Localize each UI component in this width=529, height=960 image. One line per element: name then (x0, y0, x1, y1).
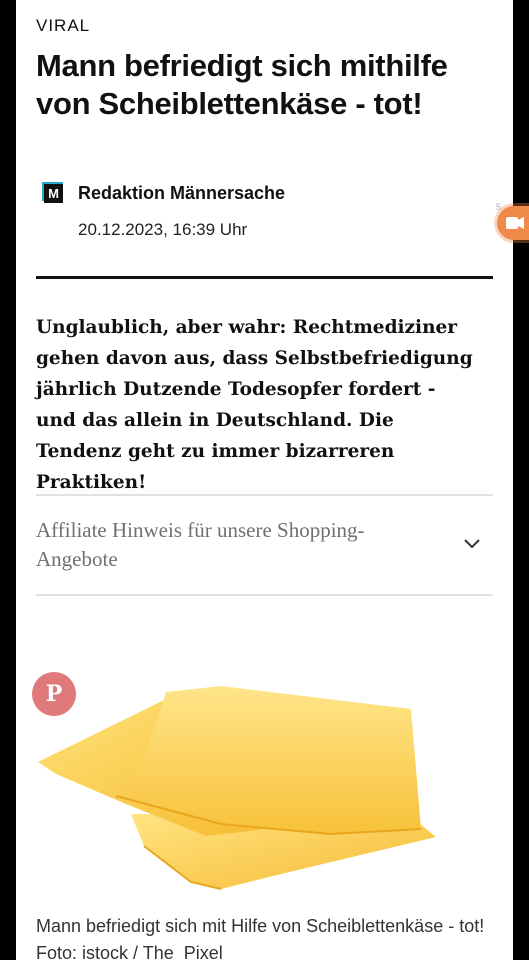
article-page: VIRAL Mann befriedigt sich mithilfe von … (16, 0, 513, 960)
image-caption: Mann befriedigt sich mit Hilfe von Schei… (36, 916, 485, 960)
category-label[interactable]: VIRAL (36, 16, 90, 36)
publish-date: 20.12.2023, 16:39 Uhr (78, 220, 248, 239)
chevron-down-icon (464, 539, 480, 549)
affiliate-notice-label: Affiliate Hinweis für unsere Shopping-An… (36, 518, 365, 571)
cheese-slices-image (38, 686, 436, 890)
pinterest-button[interactable]: P (32, 672, 76, 716)
author-logo-letter: M (48, 186, 59, 201)
article-lead: Unglaublich, aber wahr: Rechtmediziner g… (36, 317, 473, 493)
pinterest-icon: P (45, 681, 63, 707)
author-logo-icon: M (42, 182, 63, 203)
affiliate-notice-toggle[interactable]: Affiliate Hinweis für unsere Shopping-An… (36, 516, 493, 578)
divider (36, 494, 493, 496)
video-camera-button[interactable] (497, 206, 529, 240)
header-divider (36, 276, 493, 279)
divider (36, 594, 493, 596)
article-title: Mann befriedigt sich mithilfe von Scheib… (36, 48, 448, 121)
video-camera-icon (506, 217, 524, 229)
author-name[interactable]: Redaktion Männersache (78, 183, 285, 204)
